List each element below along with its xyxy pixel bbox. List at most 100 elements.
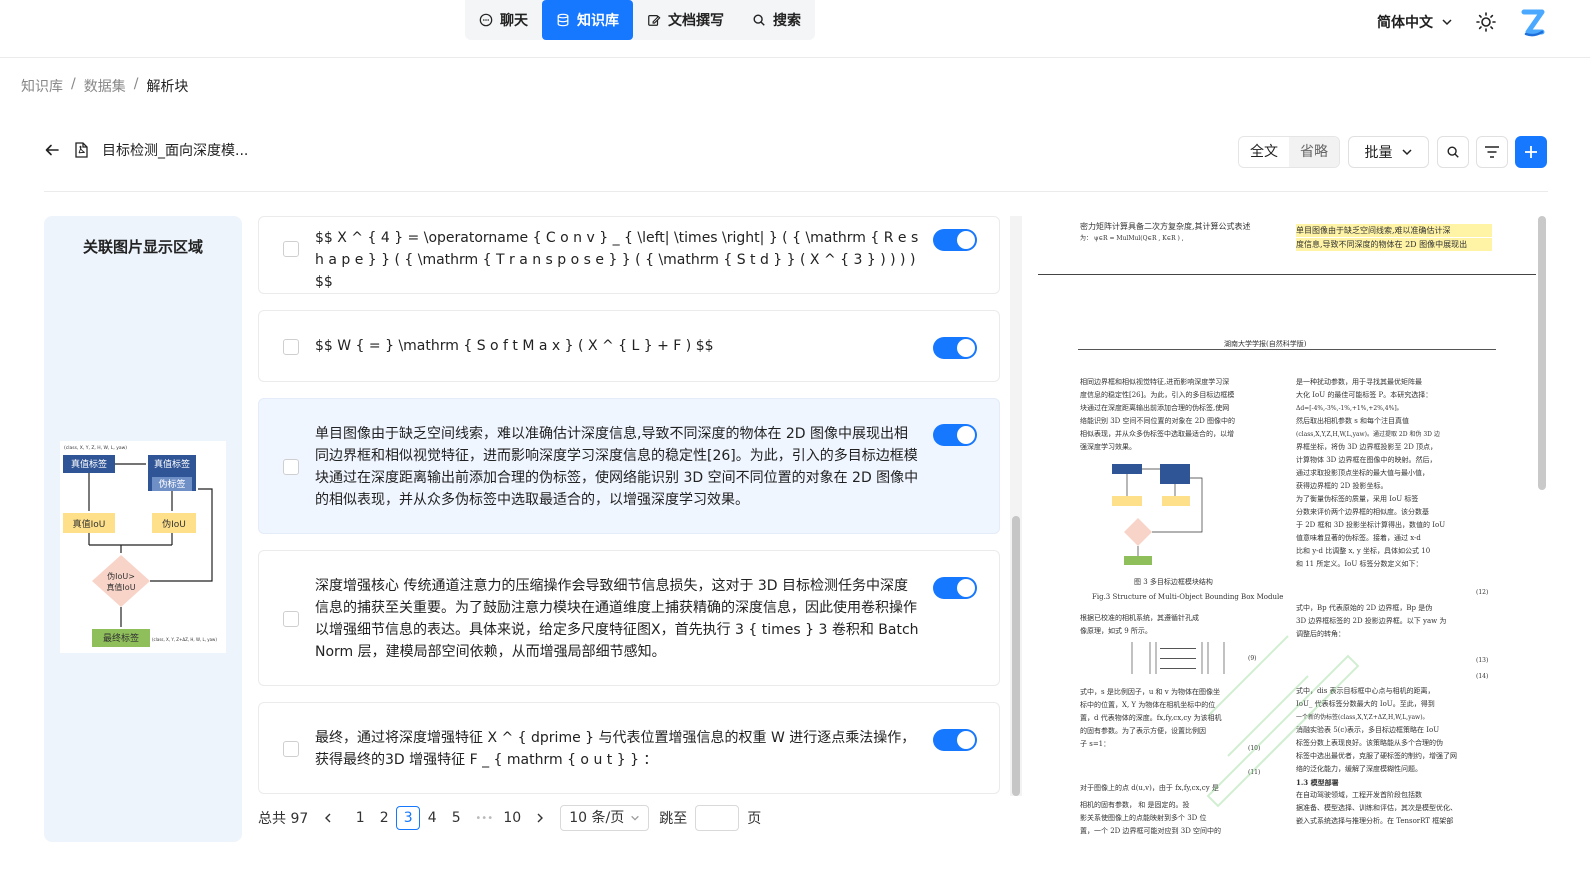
pdf-col2-line: 值意味着显著的伪标签。接着，通过 x-d <box>1296 534 1421 542</box>
pdf-eq-num: (12) <box>1476 589 1489 596</box>
pdf-col1-line: 相似表现，并从众多伪标签中选取最适合的，以增 <box>1080 430 1234 438</box>
pdf-col2-line: 获得边界框的 2D 投影坐标。 <box>1296 482 1388 490</box>
breadcrumb: 知识库 / 数据集 / 解析块 <box>21 76 188 96</box>
pdf-header-rule <box>1078 349 1496 350</box>
pdf-col2-line: 比和 y-d 比调整 x, y 坐标，具体如公式 10 <box>1296 547 1431 555</box>
chunk-text: 深度增强核心 传统通道注意力的压缩操作会导致细节信息损失，这对于 3D 目标检测… <box>315 578 919 660</box>
pdf-col2-line: Δd=[-4%,-3%,-1%,+1%,+2%,4%]。 <box>1296 405 1403 412</box>
header-divider <box>44 191 1548 192</box>
page-suffix: 页 <box>747 811 762 827</box>
chunk-card[interactable]: $$ W { = } \mathrm { S o f t M a x } ( X… <box>258 310 1000 382</box>
pdf-preview[interactable]: 密力矩阵计算具备二次方复杂度,其计算公式表述 为： ψ∈R = MulMul(Q… <box>1038 216 1536 842</box>
view-brief-button[interactable]: 省略 <box>1289 137 1339 167</box>
chevron-down-icon <box>1442 19 1452 26</box>
related-image-title: 关联图片显示区域 <box>82 238 203 256</box>
prev-page-icon[interactable] <box>322 812 334 824</box>
chunk-checkbox[interactable] <box>283 241 299 257</box>
flow-node-gt-label: 真值标签 <box>71 458 107 470</box>
chunk-enable-toggle[interactable] <box>933 229 977 251</box>
breadcrumb-separator: / <box>133 76 139 92</box>
chevron-down-icon <box>1401 149 1412 156</box>
chunk-card[interactable]: 深度增强核心 传统通道注意力的压缩操作会导致细节信息损失，这对于 3D 目标检测… <box>258 550 1000 686</box>
nav-search[interactable]: 搜索 <box>738 0 815 40</box>
chunk-card[interactable]: 最终，通过将深度增强特征 X ^ { dprime } 与代表位置增强信息的权重… <box>258 702 1000 794</box>
plus-icon <box>1525 146 1537 158</box>
flow-node-pseudo-label: 伪标签 <box>158 478 185 490</box>
chunk-enable-toggle[interactable] <box>933 337 977 359</box>
search-button[interactable] <box>1437 136 1469 168</box>
nav-knowledge-base[interactable]: 知识库 <box>542 0 633 40</box>
chunk-text: $$ X ^ { 4 } = \operatorname { C o n v }… <box>315 230 919 290</box>
pdf-col2b-line: 嵌入式系统选择与推理分析。在 TensorRT 框架部 <box>1296 817 1454 825</box>
chunk-checkbox[interactable] <box>283 611 299 627</box>
pdf-preview-scrollbar[interactable] <box>1538 216 1546 490</box>
nav-chat-label: 聊天 <box>500 13 528 29</box>
chunk-checkbox[interactable] <box>283 339 299 355</box>
filter-button[interactable] <box>1476 136 1508 168</box>
pdf-col2-line: 是一种扰动参数，用于寻找其最优矩阵最 <box>1296 378 1422 386</box>
chunk-card[interactable]: $$ X ^ { 4 } = \operatorname { C o n v }… <box>258 216 1000 294</box>
flow-decision-line2: 真值IoU <box>106 582 135 592</box>
pdf-col1-line: 度信息的稳定性[26]。为此，引入的多目标边框模 <box>1080 391 1235 399</box>
pdf-file-icon <box>75 142 88 158</box>
chunk-list-scrollbar[interactable] <box>1012 516 1020 796</box>
pdf-eq-num: (13) <box>1476 657 1489 664</box>
chunk-text: $$ W { = } \mathrm { S o f t M a x } ( X… <box>315 338 714 354</box>
page-4[interactable]: 4 <box>420 810 444 826</box>
page-3-current[interactable]: 3 <box>396 806 421 830</box>
chunk-enable-toggle[interactable] <box>933 577 977 599</box>
nav-doc-writing[interactable]: 文档撰写 <box>633 0 738 40</box>
page-5[interactable]: 5 <box>444 810 468 826</box>
language-select[interactable]: 简体中文 <box>1377 12 1453 32</box>
breadcrumb-dataset[interactable]: 数据集 <box>84 76 126 96</box>
flow-node-pseudo-iou: 伪IoU <box>162 518 186 530</box>
page-ellipsis[interactable]: ••• <box>468 813 500 824</box>
flow-node-gt-label-2: 真值标签 <box>154 458 190 470</box>
flowchart-image: (class, X, Y, Z, H, W, L, yaw) 真值标签 真值标签… <box>60 441 226 653</box>
chunk-enable-toggle[interactable] <box>933 729 977 751</box>
pdf-col2-line: 分数来评价两个边界框的相似度。该分数基 <box>1296 508 1429 516</box>
page-2[interactable]: 2 <box>372 810 396 826</box>
batch-label: 批量 <box>1364 145 1393 161</box>
next-page-icon[interactable] <box>534 812 546 824</box>
pagination-total: 总共 97 <box>258 811 309 827</box>
chunk-text: 单目图像由于缺乏空间线索，难以准确估计深度信息,导致不同深度的物体在 2D 图像… <box>315 426 919 508</box>
nav-chat[interactable]: 聊天 <box>465 0 542 40</box>
pdf-highlight-line-2: 度信息,导致不同深度的物体在 2D 图像中展现出 <box>1296 238 1492 251</box>
view-mode-toggle: 全文 省略 <box>1238 136 1340 168</box>
chunk-card-selected[interactable]: 单目图像由于缺乏空间线索，难以准确估计深度信息,导致不同深度的物体在 2D 图像… <box>258 398 1000 534</box>
pdf-eq-num: (14) <box>1476 673 1489 680</box>
pdf-watermark-icon <box>1206 635 1360 808</box>
page-size-value: 10 条/页 <box>569 810 625 826</box>
jump-page-input[interactable] <box>695 805 740 831</box>
add-chunk-button[interactable] <box>1515 136 1547 168</box>
page-10[interactable]: 10 <box>500 810 524 826</box>
pdf-col2-text: 是一种扰动参数，用于寻找其最优矩阵最 大化 IoU 的最佳可能标签 P。本研究选… <box>1296 376 1496 571</box>
language-label: 简体中文 <box>1377 15 1433 31</box>
pdf-highlight-line-1: 单目图像由于缺乏空间线索,难以准确估计深 <box>1296 224 1492 237</box>
pdf-col2-line: 大化 IoU 的最佳可能标签 P。本研究选择： <box>1296 391 1433 399</box>
sun-icon[interactable] <box>1476 12 1496 32</box>
breadcrumb-separator: / <box>71 76 76 92</box>
breadcrumb-knowledge-base[interactable]: 知识库 <box>21 76 63 96</box>
search-icon <box>753 14 765 26</box>
page-size-select[interactable]: 10 条/页 <box>560 805 650 831</box>
pdf-col1-line: 相同边界框和相似视觉特征,进而影响深度学习深 <box>1080 378 1230 386</box>
pdf-col1c-line: 置，一个 2D 边界框可能对应到 3D 空间中的 <box>1080 827 1222 835</box>
view-full-button[interactable]: 全文 <box>1239 137 1289 167</box>
app-logo-icon[interactable] <box>1520 8 1546 38</box>
back-arrow-icon[interactable] <box>44 142 60 158</box>
pdf-col2-line: 为了衡量伪标签的质量，采用 IoU 标签 <box>1296 495 1419 503</box>
chunk-checkbox[interactable] <box>283 459 299 475</box>
flow-bottom-note: (class, X, Y, Z+ΔZ, H, W, L, yaw) <box>152 637 217 642</box>
pdf-col1-text: 相同边界框和相似视觉特征,进而影响深度学习深 度信息的稳定性[26]。为此，引入… <box>1080 376 1280 454</box>
pdf-col1-line: 块通过在深度距离输出前添加合理的伪标签,使网 <box>1080 404 1230 412</box>
pdf-col2-line: 计算物体 3D 边界框在图像中的映射。然后， <box>1296 456 1437 464</box>
chunk-enable-toggle[interactable] <box>933 424 977 446</box>
search-icon <box>1447 146 1459 158</box>
page-1[interactable]: 1 <box>348 810 372 826</box>
batch-button[interactable]: 批量 <box>1348 136 1429 168</box>
flow-decision-line1: 伪IoU> <box>107 571 135 581</box>
chunk-checkbox[interactable] <box>283 741 299 757</box>
chunk-text: 最终，通过将深度增强特征 X ^ { dprime } 与代表位置增强信息的权重… <box>315 730 916 768</box>
